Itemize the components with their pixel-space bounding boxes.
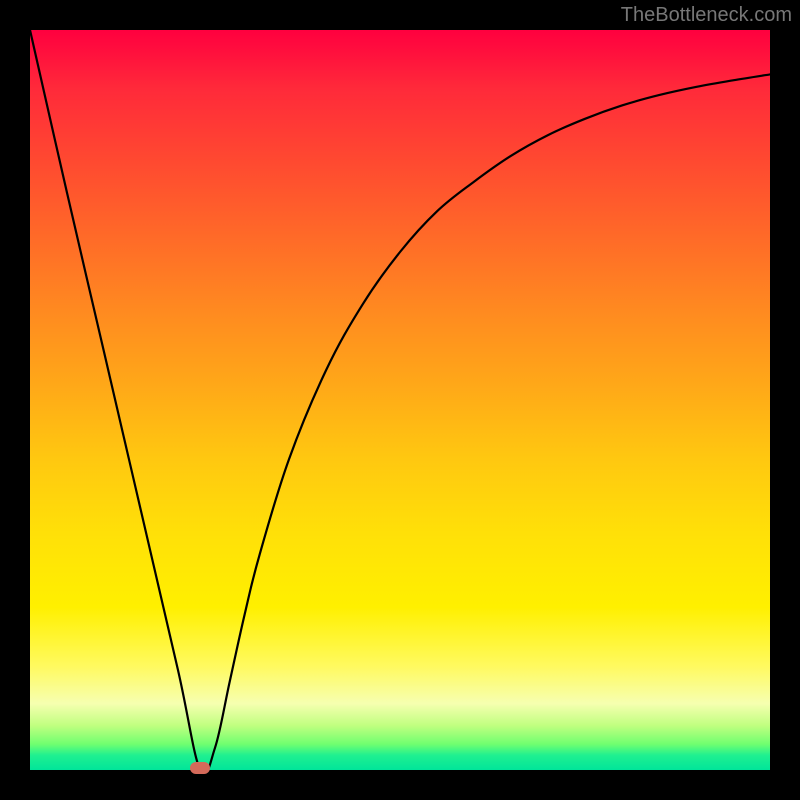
attribution-text: TheBottleneck.com <box>621 4 792 27</box>
chart-plot-area <box>30 30 770 770</box>
minimum-marker <box>190 762 210 774</box>
bottleneck-curve <box>30 30 770 770</box>
curve-svg <box>30 30 770 770</box>
